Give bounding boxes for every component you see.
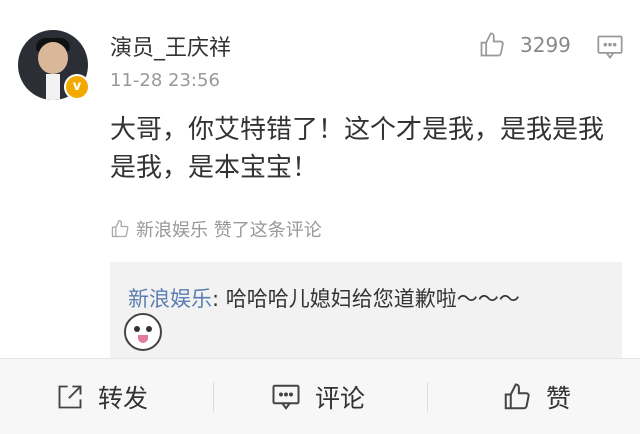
- footer-separator: [213, 382, 214, 412]
- emoji-mouth: [138, 335, 148, 343]
- like-label: 赞: [546, 383, 572, 413]
- liked-by-row: 新浪娱乐 赞了这条评论: [110, 216, 322, 242]
- repost-label: 转发: [98, 383, 149, 413]
- footer-separator: [427, 382, 428, 412]
- like-count: 3299: [520, 33, 571, 57]
- timestamp: 11-28 23:56: [110, 70, 220, 91]
- husky-emoji-icon: [124, 313, 162, 351]
- emoji-eye-left: [134, 326, 140, 332]
- like-footer-button[interactable]: 赞: [502, 359, 571, 434]
- avatar-shirt: [46, 74, 60, 100]
- comment-body: 大哥，你艾特错了！这个才是我，是我是我是我，是本宝宝！: [110, 115, 605, 183]
- repost-button[interactable]: 转发: [56, 359, 148, 434]
- comment-label: 评论: [315, 383, 366, 413]
- avatar-face: [38, 42, 68, 74]
- reply-text: : 哈哈哈儿媳妇给您道歉啦～～～: [212, 287, 520, 311]
- repost-icon: [58, 385, 82, 408]
- reply-line: 新浪娱乐: 哈哈哈儿媳妇给您道歉啦～～～: [128, 283, 520, 313]
- username[interactable]: 演员_王庆祥: [110, 30, 231, 62]
- thumbs-up-icon: [504, 382, 530, 409]
- comment-icon: [272, 384, 300, 410]
- small-thumbs-up-icon: [111, 219, 129, 238]
- liked-by-text: 新浪娱乐 赞了这条评论: [136, 220, 322, 241]
- reply-button[interactable]: [596, 34, 624, 64]
- comment-button[interactable]: 评论: [271, 359, 365, 434]
- like-button[interactable]: 3299: [478, 31, 571, 59]
- thumbs-up-icon: [480, 32, 504, 57]
- emoji-eye-right: [146, 326, 152, 332]
- comment-icon: [597, 35, 623, 59]
- verified-badge-icon: v: [64, 74, 90, 100]
- reply-username[interactable]: 新浪娱乐: [128, 287, 212, 311]
